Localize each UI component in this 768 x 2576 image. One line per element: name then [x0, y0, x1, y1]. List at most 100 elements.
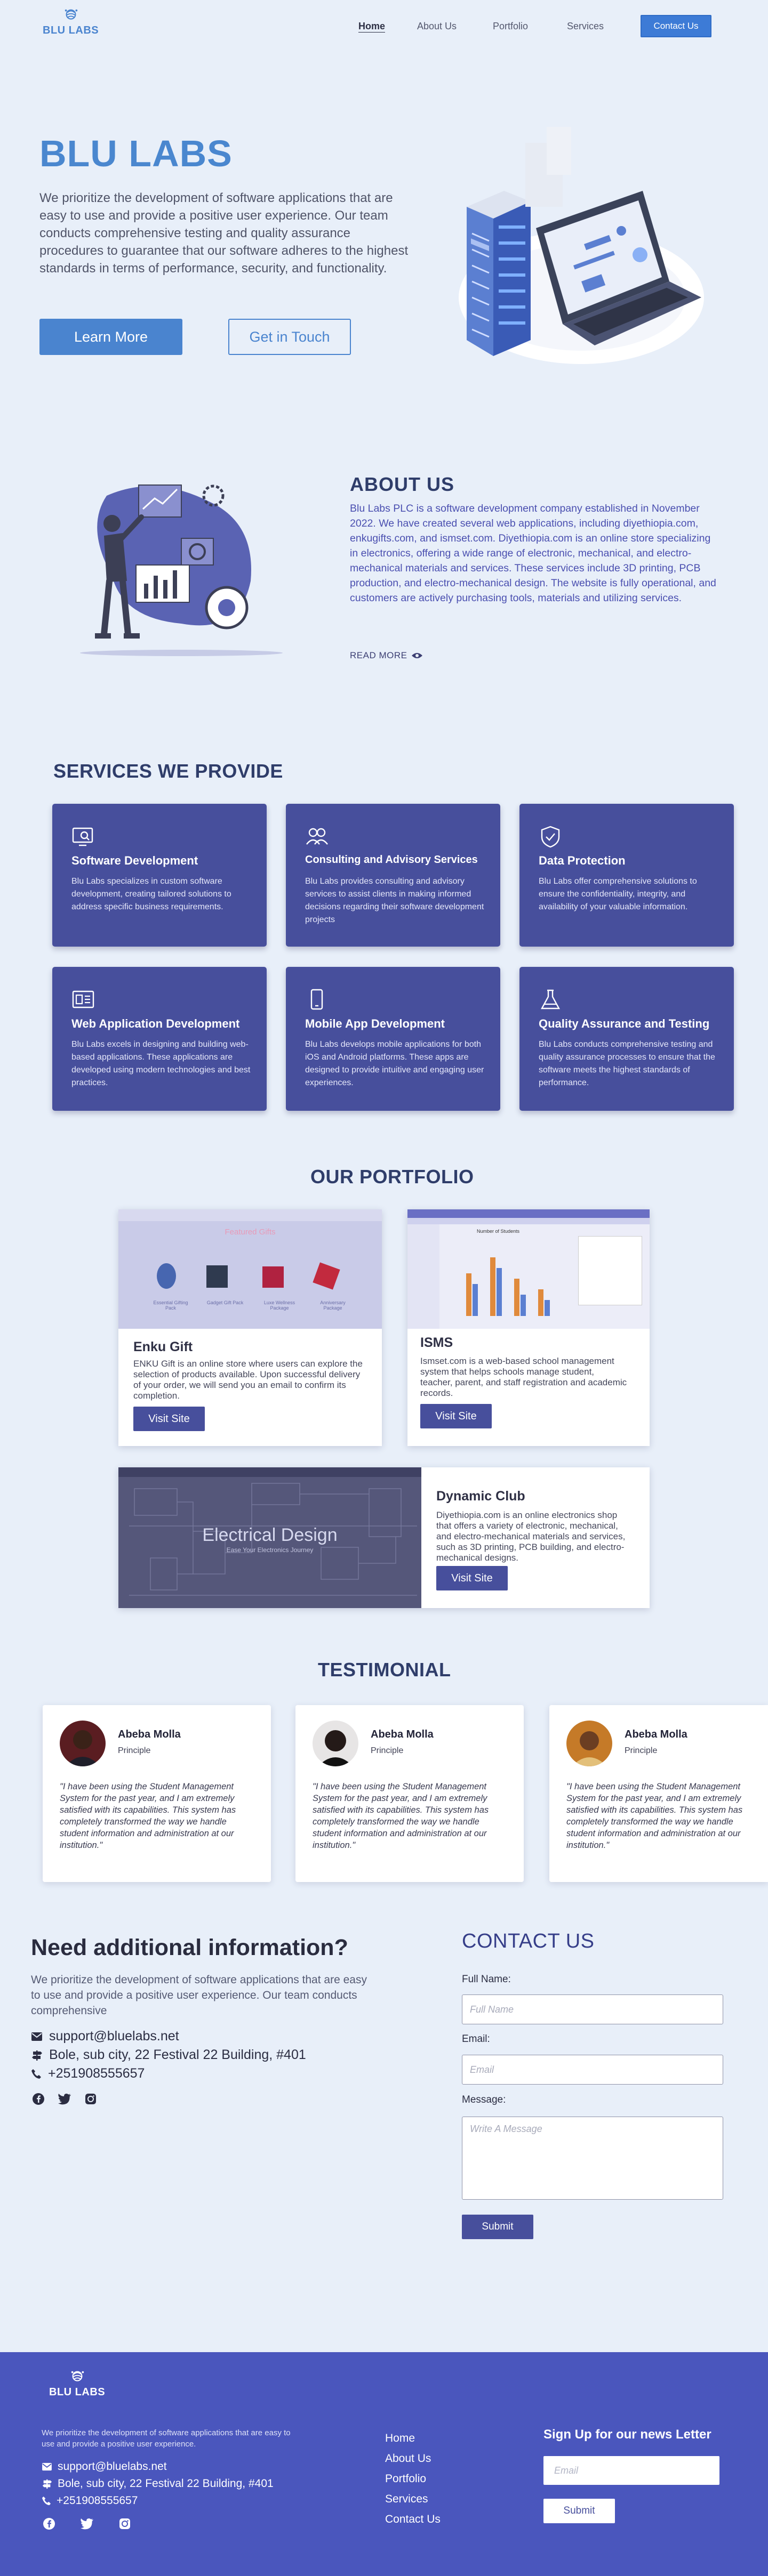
testimonial-card: Abeba Molla Principle "I have been using…: [43, 1705, 271, 1882]
service-title: Software Development: [71, 854, 198, 867]
mobile-phone-icon: [310, 989, 323, 1010]
testimonial-role: Principle: [118, 1746, 151, 1755]
nav-home[interactable]: Home: [358, 21, 385, 32]
twitter-icon[interactable]: [80, 2517, 94, 2530]
nav-services[interactable]: Services: [567, 21, 604, 32]
footer-social-links: [43, 2517, 131, 2530]
logo-mark-icon: [65, 9, 77, 20]
gift-items-icon: [157, 1262, 340, 1290]
service-card-qa-testing[interactable]: Quality Assurance and Testing Blu Labs c…: [519, 967, 734, 1111]
header-logo[interactable]: BLU LABS: [43, 7, 99, 37]
email-label: Email:: [462, 2033, 490, 2045]
instagram-icon[interactable]: [84, 2093, 97, 2105]
services-title: SERVICES WE PROVIDE: [53, 760, 283, 782]
newsletter-submit-button[interactable]: Submit: [543, 2499, 615, 2523]
twitter-icon[interactable]: [58, 2093, 71, 2105]
get-in-touch-button[interactable]: Get in Touch: [228, 319, 351, 355]
service-text: Blu Labs conducts comprehensive testing …: [539, 1040, 715, 1087]
portfolio-card-dynamic-club: Electrical Design Ease Your Electronics …: [118, 1467, 650, 1608]
service-title: Quality Assurance and Testing: [539, 1017, 710, 1030]
testimonial-card: Abeba Molla Principle "I have been using…: [549, 1705, 768, 1882]
service-text: Blu Labs offer comprehensive solutions t…: [539, 877, 697, 911]
portfolio-card-enku: Featured Gifts Essential Gifting Pack Ga…: [118, 1209, 382, 1446]
contact-address-text: Bole, sub city, 22 Festival 22 Building,…: [49, 2047, 306, 2062]
visit-site-button[interactable]: Visit Site: [420, 1404, 492, 1428]
service-card-consulting[interactable]: Consulting and Advisory Services Blu Lab…: [286, 804, 500, 947]
dynamic-club-screenshot: Electrical Design Ease Your Electronics …: [118, 1467, 421, 1608]
footer-email-text: support@bluelabs.net: [58, 2460, 167, 2473]
monitor-search-icon: [72, 827, 93, 846]
footer-link-services[interactable]: Services: [385, 2493, 428, 2506]
isms-screenshot: Number of Students: [407, 1209, 650, 1329]
service-text: Blu Labs develops mobile applications fo…: [305, 1040, 484, 1087]
signpost-icon: [32, 2050, 42, 2061]
shield-check-icon: [541, 826, 560, 848]
visit-site-button[interactable]: Visit Site: [436, 1566, 508, 1590]
testimonial-quote: "I have been using the Student Managemen…: [313, 1782, 489, 1850]
footer-link-about[interactable]: About Us: [385, 2452, 431, 2465]
testimonial-quote: "I have been using the Student Managemen…: [566, 1782, 743, 1850]
contact-submit-button[interactable]: Submit: [462, 2215, 533, 2239]
testimonial-quote: "I have been using the Student Managemen…: [60, 1782, 236, 1850]
facebook-icon[interactable]: [43, 2517, 55, 2530]
signpost-icon: [42, 2479, 52, 2489]
visit-site-button[interactable]: Visit Site: [133, 1407, 205, 1431]
hero-title: BLU LABS: [39, 133, 233, 174]
footer-link-contact[interactable]: Contact Us: [385, 2513, 441, 2526]
newsletter-email-input[interactable]: [543, 2456, 719, 2485]
service-title: Web Application Development: [71, 1017, 240, 1030]
service-title: Mobile App Development: [305, 1017, 445, 1030]
contact-email-text: support@bluelabs.net: [49, 2029, 179, 2044]
testimonial-role: Principle: [625, 1746, 658, 1755]
footer-logo-text: BLU LABS: [49, 2386, 106, 2398]
enku-shot-item: Luxe Wellness Package: [263, 1300, 295, 1311]
full-name-input[interactable]: [462, 1994, 723, 2024]
about-illustration: [80, 484, 283, 656]
footer-link-portfolio[interactable]: Portfolio: [385, 2473, 426, 2485]
nav-about[interactable]: About Us: [417, 21, 457, 32]
portfolio-card-title: Dynamic Club: [436, 1489, 525, 1504]
users-icon: [306, 828, 328, 845]
enku-shot-item: Anniversary Package: [320, 1300, 346, 1311]
nav-portfolio[interactable]: Portfolio: [493, 21, 528, 32]
service-card-data-protection[interactable]: Data Protection Blu Labs offer comprehen…: [519, 804, 734, 947]
enku-screenshot: Featured Gifts Essential Gifting Pack Ga…: [118, 1209, 382, 1329]
message-textarea[interactable]: [462, 2117, 723, 2200]
portfolio-card-title: ISMS: [420, 1335, 453, 1350]
footer-link-home[interactable]: Home: [385, 2432, 415, 2445]
newsletter-title: Sign Up for our news Letter: [543, 2427, 711, 2442]
portfolio-card-text: ENKU Gift is an online store where users…: [133, 1359, 363, 1401]
avatar: [566, 1721, 612, 1766]
read-more-label: READ MORE: [350, 650, 407, 660]
service-card-software-development[interactable]: Software Development Blu Labs specialize…: [52, 804, 267, 947]
facebook-icon[interactable]: [32, 2093, 45, 2105]
portfolio-card-text: Ismset.com is a web-based school managem…: [420, 1356, 627, 1398]
footer: BLU LABS We prioritize the development o…: [0, 2352, 768, 2576]
read-more-link[interactable]: READ MORE: [350, 650, 423, 661]
footer-email[interactable]: support@bluelabs.net: [42, 2460, 167, 2473]
service-card-web-app[interactable]: Web Application Development Blu Labs exc…: [52, 967, 267, 1111]
email-input[interactable]: [462, 2055, 723, 2085]
avatar: [313, 1721, 358, 1766]
web-window-icon: [72, 990, 94, 1008]
nav-contact-button[interactable]: Contact Us: [641, 15, 711, 37]
need-info-text: We prioritize the development of softwar…: [31, 1974, 367, 2017]
footer-logo[interactable]: BLU LABS: [49, 2369, 105, 2399]
contact-phone[interactable]: +251908555657: [31, 2066, 145, 2081]
learn-more-button[interactable]: Learn More: [39, 319, 182, 355]
service-card-mobile-app[interactable]: Mobile App Development Blu Labs develops…: [286, 967, 500, 1111]
footer-address-text: Bole, sub city, 22 Festival 22 Building,…: [58, 2477, 274, 2490]
dynamic-shot-sub: Ease Your Electronics Journey: [226, 1546, 314, 1554]
footer-phone[interactable]: +251908555657: [42, 2494, 138, 2507]
hero-illustration: [459, 127, 704, 364]
service-text: Blu Labs excels in designing and buildin…: [71, 1040, 251, 1087]
footer-phone-text: +251908555657: [57, 2494, 138, 2507]
portfolio-title: OUR PORTFOLIO: [310, 1166, 474, 1188]
about-title: ABOUT US: [350, 473, 454, 495]
social-links: [32, 2093, 97, 2105]
isms-bar-chart-icon: [466, 1257, 550, 1316]
service-text: Blu Labs specializes in custom software …: [71, 877, 231, 911]
mail-icon: [31, 2032, 42, 2041]
instagram-icon[interactable]: [118, 2517, 131, 2530]
contact-email[interactable]: support@bluelabs.net: [31, 2029, 179, 2044]
